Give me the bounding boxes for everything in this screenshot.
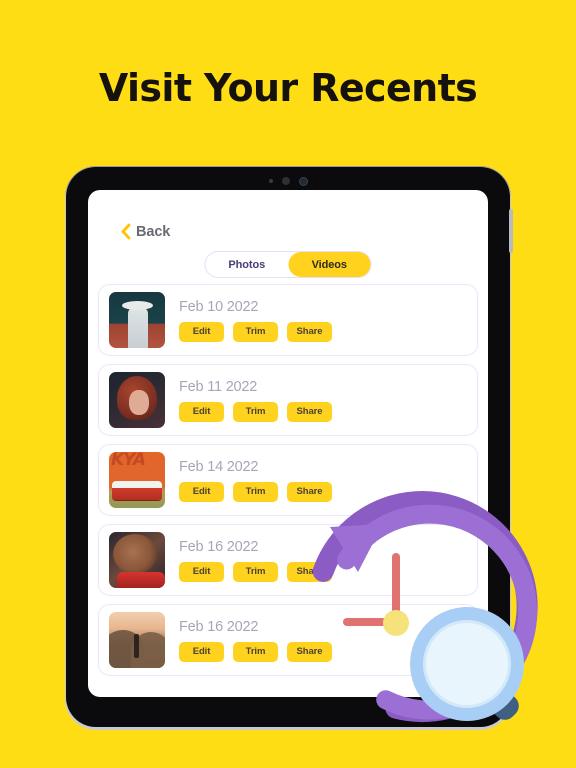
tablet-side-button[interactable] — [509, 209, 513, 253]
row-date: Feb 16 2022 — [179, 618, 259, 635]
table-row[interactable]: Feb 11 2022 Edit Trim Share — [98, 364, 478, 436]
sensor-dot-icon — [281, 177, 290, 185]
tablet-screen: Back Photos Videos Feb 10 2022 Edit Trim — [88, 190, 488, 697]
share-button[interactable]: Share — [287, 321, 332, 342]
row-date: Feb 11 2022 — [179, 378, 258, 395]
share-button[interactable]: Share — [287, 481, 332, 502]
recents-list: Feb 10 2022 Edit Trim Share Feb 11 2022 … — [98, 284, 478, 684]
chevron-left-icon — [121, 223, 131, 240]
tablet-sensor-array — [66, 176, 510, 186]
page-title: Visit Your Recents — [98, 66, 478, 110]
share-button[interactable]: Share — [287, 401, 332, 422]
media-thumbnail[interactable] — [109, 532, 165, 588]
edit-button[interactable]: Edit — [179, 321, 224, 342]
media-thumbnail[interactable] — [109, 452, 165, 508]
media-type-segmented-control[interactable]: Photos Videos — [204, 251, 372, 278]
row-date: Feb 16 2022 — [179, 538, 259, 555]
edit-button[interactable]: Edit — [179, 401, 224, 422]
tablet-bezel: Back Photos Videos Feb 10 2022 Edit Trim — [66, 167, 513, 727]
edit-button[interactable]: Edit — [179, 481, 224, 502]
media-thumbnail[interactable] — [109, 372, 165, 428]
table-row[interactable]: Feb 10 2022 Edit Trim Share — [98, 284, 478, 356]
media-thumbnail[interactable] — [109, 612, 165, 668]
share-button[interactable]: Share — [287, 641, 332, 662]
trim-button[interactable]: Trim — [233, 561, 278, 582]
tab-videos[interactable]: Videos — [288, 252, 371, 277]
table-row[interactable]: Feb 16 2022 Edit Trim Share — [98, 604, 478, 676]
row-date: Feb 14 2022 — [179, 458, 259, 475]
sensor-dot-icon — [268, 179, 273, 183]
tab-photos[interactable]: Photos — [206, 252, 289, 277]
tablet-device: Back Photos Videos Feb 10 2022 Edit Trim — [66, 167, 513, 727]
table-row[interactable]: Feb 16 2022 Edit Trim Share — [98, 524, 478, 596]
edit-button[interactable]: Edit — [179, 561, 224, 582]
trim-button[interactable]: Trim — [233, 641, 278, 662]
front-camera-icon — [298, 176, 308, 186]
table-row[interactable]: Feb 14 2022 Edit Trim Share — [98, 444, 478, 516]
back-label: Back — [136, 223, 171, 240]
media-thumbnail[interactable] — [109, 292, 165, 348]
share-button[interactable]: Share — [287, 561, 332, 582]
edit-button[interactable]: Edit — [179, 641, 224, 662]
back-button[interactable]: Back — [120, 223, 170, 240]
hiker-silhouette — [134, 634, 139, 658]
trim-button[interactable]: Trim — [233, 481, 278, 502]
trim-button[interactable]: Trim — [233, 401, 278, 422]
row-date: Feb 10 2022 — [179, 298, 259, 315]
trim-button[interactable]: Trim — [233, 321, 278, 342]
